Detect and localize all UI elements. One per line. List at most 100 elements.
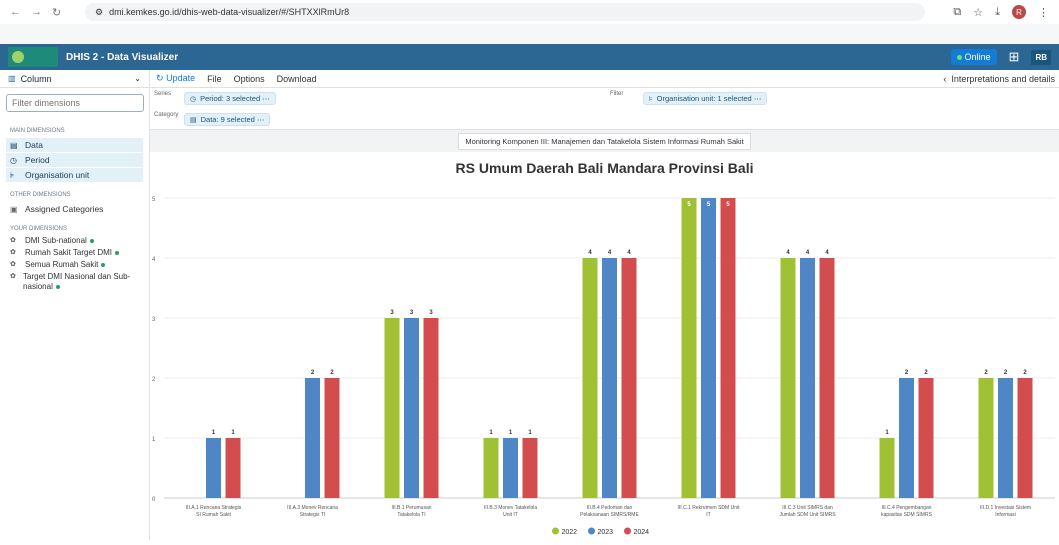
- url-text: dmi.kemkes.go.id/dhis-web-data-visualize…: [109, 7, 350, 17]
- y-tick-label: 0: [152, 497, 156, 503]
- dimension-dmi-sub-national[interactable]: ✿ DMI Sub-national: [6, 236, 143, 246]
- app-title: DHIS 2 - Data Visualizer: [66, 51, 179, 63]
- bar: [225, 438, 241, 498]
- bar: [503, 438, 518, 498]
- site-info-icon[interactable]: ⚙: [95, 7, 103, 18]
- bookmark-star-icon[interactable]: ☆: [973, 6, 983, 19]
- visualizer-toolbar: ↻ Update File Options Download ‹ Interpr…: [150, 70, 1059, 88]
- y-tick-label: 5: [152, 197, 156, 203]
- data-label: 4: [825, 250, 829, 256]
- data-label: 3: [390, 310, 394, 316]
- header-actions: Online ⊞ RB: [950, 49, 1059, 65]
- dimensions-sidebar: ▥ Column ⌄ MAIN DIMENSIONS ▤ Data ◷ Peri…: [0, 70, 150, 540]
- assigned-dot-icon: [55, 284, 60, 289]
- reload-icon[interactable]: ↻: [52, 6, 61, 19]
- x-tick-label: Pelaksanaan SIMRS/RME: [580, 512, 639, 518]
- data-label: 1: [212, 430, 216, 436]
- dimension-period[interactable]: ◷ Period: [6, 153, 143, 167]
- visualization-type-selector[interactable]: ▥ Column ⌄: [0, 70, 149, 88]
- download-icon[interactable]: ⤓: [995, 6, 1000, 19]
- browser-toolbar: ← → ↻ ⚙ dmi.kemkes.go.id/dhis-web-data-v…: [0, 0, 1059, 24]
- x-tick-label: Informasi: [995, 512, 1016, 518]
- bar: [701, 198, 716, 498]
- column-chart-icon: ▥: [8, 74, 16, 83]
- x-tick-label: III.C.3 Unit SIMRS dan: [782, 505, 833, 511]
- series-period-chip[interactable]: ◷ Period: 3 selected ⋯: [184, 92, 276, 105]
- x-tick-label: III.A.3 Monev Rencana: [287, 505, 338, 511]
- app-header: DHIS 2 - Data Visualizer Online ⊞ RB: [0, 44, 1059, 70]
- address-bar[interactable]: ⚙ dmi.kemkes.go.id/dhis-web-data-visuali…: [85, 3, 925, 21]
- update-icon: ↻: [156, 73, 164, 83]
- y-tick-label: 1: [152, 437, 156, 443]
- x-tick-label: III.B.4 Pedoman dan: [587, 505, 633, 511]
- data-label: 4: [806, 250, 810, 256]
- bar: [720, 198, 736, 498]
- apps-grid-icon[interactable]: ⊞: [1009, 49, 1020, 65]
- bar: [305, 378, 320, 498]
- dimension-data[interactable]: ▤ Data: [6, 138, 143, 152]
- back-icon[interactable]: ←: [10, 6, 21, 19]
- install-icon[interactable]: ⧉: [953, 6, 961, 19]
- bar: [879, 438, 895, 498]
- filter-org-unit-chip[interactable]: ⊧ Organisation unit: 1 selected ⋯: [643, 92, 768, 105]
- bar: [522, 438, 538, 498]
- more-icon[interactable]: ⋯: [262, 94, 270, 103]
- dimension-label: Data: [25, 140, 43, 150]
- data-icon: ▤: [10, 140, 18, 150]
- data-label: 1: [528, 430, 532, 436]
- bar: [324, 378, 340, 498]
- data-label: 1: [489, 430, 493, 436]
- x-tick-label: III.C.4 Pengembangan: [881, 505, 931, 511]
- data-label: 2: [330, 370, 334, 376]
- update-button[interactable]: ↻ Update: [150, 73, 201, 84]
- category-data-chip[interactable]: ▤ Data: 9 selected ⋯: [184, 113, 271, 126]
- categories-icon: ▣: [10, 204, 18, 214]
- dimension-target-dmi-nasional[interactable]: ✿ Target DMI Nasional dan Sub-nasional: [6, 272, 143, 292]
- chart-area: 0 1 2 3 4 5 1 1 III.A.1 Rencana Strategis SI Ruma…: [150, 182, 1059, 540]
- bar: [978, 378, 994, 498]
- browser-menu-icon[interactable]: ⋮: [1038, 6, 1049, 19]
- series-axis-label: Series: [154, 91, 172, 97]
- chevron-left-icon: ‹: [943, 73, 947, 84]
- bar: [998, 378, 1013, 498]
- dimension-organisation-unit[interactable]: ⊧ Organisation unit: [6, 168, 143, 182]
- bar: [899, 378, 914, 498]
- data-label: 1: [509, 430, 513, 436]
- x-tick-label: III.C.1 Rekrutmen SDM Unit: [678, 505, 741, 511]
- your-dimensions-heading: YOUR DIMENSIONS: [10, 226, 68, 232]
- dimension-label: Assigned Categories: [25, 204, 104, 214]
- more-icon[interactable]: ⋯: [754, 94, 762, 103]
- data-label: 1: [885, 430, 889, 436]
- dimension-label: Period: [25, 155, 50, 165]
- dimension-assigned-categories[interactable]: ▣ Assigned Categories: [6, 202, 143, 216]
- data-label: 2: [311, 370, 315, 376]
- online-label: Online: [964, 52, 991, 62]
- org-unit-icon: ⊧: [10, 170, 15, 180]
- org-unit-icon: ⊧: [649, 95, 653, 103]
- visualization-subtitle-strip: Monitoring Komponen III: Manajemen dan T…: [150, 130, 1059, 152]
- app-logo[interactable]: [8, 47, 58, 67]
- dimension-rumah-sakit-target-dmi[interactable]: ✿ Rumah Sakit Target DMI: [6, 248, 143, 258]
- bar: [918, 378, 934, 498]
- x-tick-label: III.B.3 Monev Tatakelola: [484, 505, 537, 511]
- interpretations-toggle[interactable]: ‹ Interpretations and details: [943, 74, 1059, 84]
- dimension-semua-rumah-sakit[interactable]: ✿ Semua Rumah Sakit: [6, 260, 143, 270]
- x-tick-label: kapasitas SDM SIMRS: [881, 512, 933, 518]
- column-chart: 0 1 2 3 4 5 1 1 III.A.1 Rencana StrategisSI Ruma…: [152, 197, 1055, 536]
- category-axis-label: Category: [154, 112, 179, 118]
- filter-dimensions-input[interactable]: [6, 94, 144, 112]
- browser-actions: ⧉ ☆ ⤓ R ⋮: [953, 5, 1059, 19]
- more-icon[interactable]: ⋯: [257, 115, 265, 124]
- user-avatar[interactable]: RB: [1031, 49, 1051, 65]
- y-tick-label: 4: [152, 257, 156, 263]
- data-label: 2: [1023, 370, 1027, 376]
- profile-avatar[interactable]: R: [1012, 5, 1026, 19]
- x-tick-label: SI Rumah Sakit: [196, 512, 231, 518]
- assigned-dot-icon: [115, 250, 119, 255]
- options-menu[interactable]: Options: [228, 74, 271, 84]
- dimension-icon: ✿: [10, 237, 16, 244]
- data-label: 4: [627, 250, 631, 256]
- download-menu[interactable]: Download: [271, 74, 323, 84]
- file-menu[interactable]: File: [201, 74, 228, 84]
- forward-icon[interactable]: →: [31, 6, 42, 19]
